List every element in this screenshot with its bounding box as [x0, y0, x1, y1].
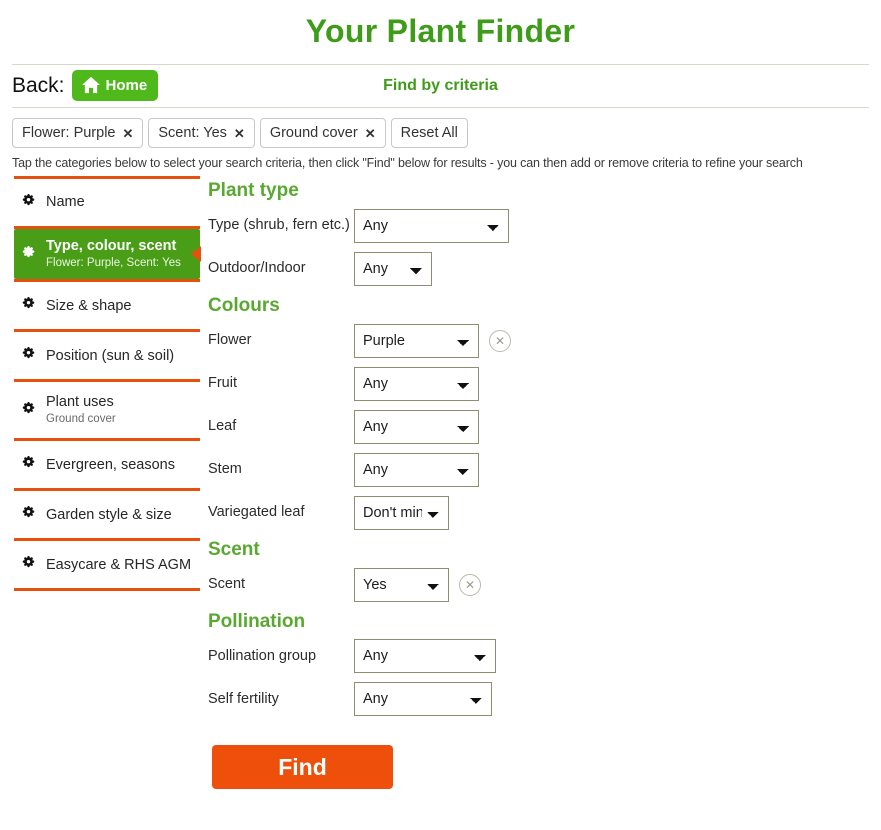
- gear-icon: [20, 556, 37, 573]
- select-self-fertility[interactable]: AnyPurpleYesDon't mind: [354, 682, 492, 717]
- field-label-pollination-group: Pollination group: [208, 647, 317, 664]
- hint-text: Tap the categories below to select your …: [12, 156, 803, 171]
- sidebar-divider: [14, 588, 200, 592]
- sidebar-item-name[interactable]: Name: [14, 179, 200, 226]
- select-fruit[interactable]: AnyPurpleYesDon't mind: [354, 366, 479, 401]
- sidebar-item-plant-uses[interactable]: Plant uses Ground cover: [14, 382, 200, 438]
- home-button[interactable]: Home: [71, 70, 159, 102]
- home-button-label: Home: [105, 76, 148, 94]
- section-title-colours: Colours: [208, 295, 280, 317]
- page-title: Your Plant Finder: [305, 13, 576, 49]
- field-type-shrub-fern-etc: Type (shrub, fern etc.)AnyPurpleYesDon't…: [208, 209, 881, 244]
- criteria-chip-label: Flower: Purple: [22, 124, 116, 141]
- navbar: Back: Home Find by criteria: [0, 65, 881, 107]
- gear-icon: [20, 297, 37, 314]
- select-variegated-leaf[interactable]: Don't mindAnyPurpleYes: [354, 495, 449, 530]
- select-stem[interactable]: AnyPurpleYesDon't mind: [354, 452, 479, 487]
- sidebar-item-label: Plant uses: [46, 394, 114, 411]
- sidebar-item-sublabel: Flower: Purple, Scent: Yes: [46, 256, 181, 269]
- criteria-chip-1[interactable]: Scent: Yes ✕: [148, 117, 255, 149]
- criteria-chip-bar: Flower: Purple ✕ Scent: Yes ✕ Ground cov…: [0, 108, 881, 149]
- gear-icon: [20, 456, 37, 473]
- field-label-stem: Stem: [208, 461, 242, 478]
- sidebar-item-label: Position (sun & soil): [46, 347, 175, 364]
- field-stem: Stem AnyPurpleYesDon't mind: [208, 452, 881, 487]
- gear-icon: [20, 347, 37, 364]
- category-sidebar: Name Type, colour, scent Flower: Purple, S…: [14, 176, 201, 592]
- criteria-panel: Plant typeType (shrub, fern etc.)AnyPurp…: [200, 176, 881, 790]
- find-button-wrap: Find: [208, 725, 881, 790]
- field-label-flower: Flower: [208, 332, 252, 349]
- section-title-scent: Scent: [208, 538, 260, 560]
- field-outdoor-indoor: Outdoor/Indoor AnyPurpleYesDon't mind: [208, 252, 881, 287]
- home-icon: [81, 76, 101, 94]
- sidebar-item-label: Evergreen, seasons: [46, 456, 175, 473]
- select-pollination-group[interactable]: AnyPurpleYesDon't mind: [354, 639, 496, 674]
- field-flower: Flower PurpleAnyYesDon't mind ✕: [208, 323, 881, 358]
- criteria-chip-label: Scent: Yes: [158, 124, 227, 141]
- selected-arrow-icon: [191, 246, 201, 263]
- select-scent[interactable]: YesAnyPurpleDon't mind: [354, 567, 449, 602]
- field-fruit: Fruit AnyPurpleYesDon't mind: [208, 366, 881, 401]
- clear-flower-button[interactable]: ✕: [489, 329, 511, 352]
- field-label-variegated-leaf: Variegated leaf: [208, 504, 305, 521]
- sidebar-item-type-colour-scent[interactable]: Type, colour, scent Flower: Purple, Scent…: [14, 229, 201, 280]
- select-flower[interactable]: PurpleAnyYesDon't mind: [354, 323, 479, 358]
- field-self-fertility: Self fertility AnyPurpleYesDon't mind: [208, 682, 881, 717]
- sidebar-item-label: Name: [46, 194, 85, 211]
- sidebar-item-label: Size & shape: [46, 297, 132, 314]
- criteria-chip-0[interactable]: Flower: Purple ✕: [12, 117, 144, 149]
- back-label: Back:: [12, 74, 65, 98]
- criteria-chip-2[interactable]: Ground cover ✕: [259, 117, 386, 149]
- sidebar-item-label: Easycare & RHS AGM: [46, 556, 192, 573]
- section-title-plant-type: Plant type: [208, 180, 299, 202]
- field-label-outdoor-indoor: Outdoor/Indoor: [208, 260, 306, 277]
- field-label-self-fertility: Self fertility: [208, 690, 279, 707]
- section-title-pollination: Pollination: [208, 610, 306, 632]
- sidebar-item-position-sun-soil[interactable]: Position (sun & soil): [14, 332, 200, 379]
- close-icon[interactable]: ✕: [122, 127, 133, 140]
- select-leaf[interactable]: AnyPurpleYesDon't mind: [354, 409, 479, 444]
- field-label-type-shrub-fern-etc: Type (shrub, fern etc.): [208, 217, 350, 234]
- sidebar-item-garden-style-size[interactable]: Garden style & size: [14, 491, 200, 538]
- close-icon[interactable]: ✕: [234, 127, 245, 140]
- sidebar-item-easycare-rhs-agm[interactable]: Easycare & RHS AGM: [14, 541, 200, 588]
- gear-icon: [20, 194, 37, 211]
- sidebar-item-sublabel: Ground cover: [46, 413, 116, 426]
- close-icon: ✕: [464, 577, 476, 592]
- close-icon: ✕: [494, 333, 506, 348]
- find-button[interactable]: Find: [212, 745, 393, 790]
- content-area: Name Type, colour, scent Flower: Purple, S…: [0, 176, 881, 790]
- select-outdoor-indoor[interactable]: AnyPurpleYesDon't mind: [354, 252, 432, 287]
- close-icon[interactable]: ✕: [365, 127, 376, 140]
- criteria-chip-label: Ground cover: [269, 124, 358, 141]
- clear-scent-button[interactable]: ✕: [459, 573, 481, 596]
- sidebar-item-label: Type, colour, scent: [46, 238, 177, 255]
- field-variegated-leaf: Variegated leaf Don't mindAnyPurpleYes: [208, 495, 881, 530]
- reset-all-button[interactable]: Reset All: [390, 117, 468, 149]
- field-label-scent: Scent: [208, 575, 246, 592]
- sidebar-item-evergreen-seasons[interactable]: Evergreen, seasons: [14, 441, 200, 488]
- sidebar-item-size-shape[interactable]: Size & shape: [14, 282, 200, 329]
- sidebar-item-label: Garden style & size: [46, 506, 172, 523]
- select-type-shrub-fern-etc[interactable]: AnyPurpleYesDon't mind: [354, 209, 509, 244]
- gear-icon: [20, 245, 37, 263]
- field-label-leaf: Leaf: [208, 418, 237, 435]
- field-scent: Scent YesAnyPurpleDon't mind ✕: [208, 567, 881, 602]
- gear-icon: [20, 506, 37, 523]
- field-label-fruit: Fruit: [208, 375, 237, 392]
- gear-icon: [20, 401, 37, 419]
- field-leaf: Leaf AnyPurpleYesDon't mind: [208, 409, 881, 444]
- field-pollination-group: Pollination group AnyPurpleYesDon't mind: [208, 639, 881, 674]
